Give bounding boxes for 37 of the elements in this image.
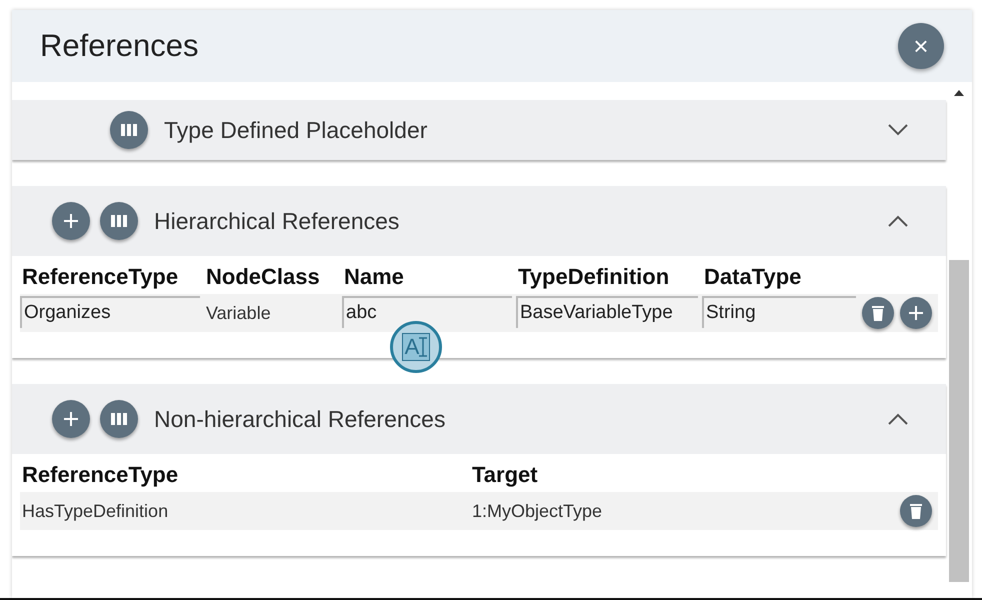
table-cell: Variable [204,294,342,332]
add-button[interactable] [52,202,90,240]
column-header: Target [471,461,539,489]
dialog-title: References [40,28,199,64]
columns-button[interactable] [100,400,138,438]
columns-icon [111,413,127,425]
input-mode-label: A [402,333,430,361]
column-header: ReferenceType [21,263,180,291]
section-title: Type Defined Placeholder [164,116,428,144]
column-header: NodeClass [205,263,321,291]
column-header: ReferenceType [21,461,180,489]
trash-icon [910,503,922,519]
close-button[interactable]: × [898,23,944,69]
add-button[interactable] [52,400,90,438]
scroll-thumb[interactable] [949,260,969,582]
chevron-down-icon [888,124,908,136]
section-title: Hierarchical References [154,208,400,234]
column-header: TypeDefinition [517,263,670,291]
column-header: Name [343,263,405,291]
add-row-button[interactable] [900,297,932,329]
text-cursor-icon [419,337,428,357]
trash-icon [872,305,884,321]
plus-icon [909,306,923,320]
column-header: DataType [703,263,802,291]
table-cell: HasTypeDefinition [20,492,470,530]
plus-icon [64,214,78,228]
chevron-up-icon [888,413,908,425]
columns-button[interactable] [110,111,148,149]
columns-icon [121,124,137,136]
chevron-up-icon [888,215,908,227]
columns-button[interactable] [100,202,138,240]
table-cell: 1:MyObjectType [470,492,852,530]
section-title: Non-hierarchical References [154,406,446,432]
delete-button[interactable] [862,297,894,329]
plus-icon [64,412,78,426]
columns-icon [111,215,127,227]
delete-button[interactable] [900,495,932,527]
